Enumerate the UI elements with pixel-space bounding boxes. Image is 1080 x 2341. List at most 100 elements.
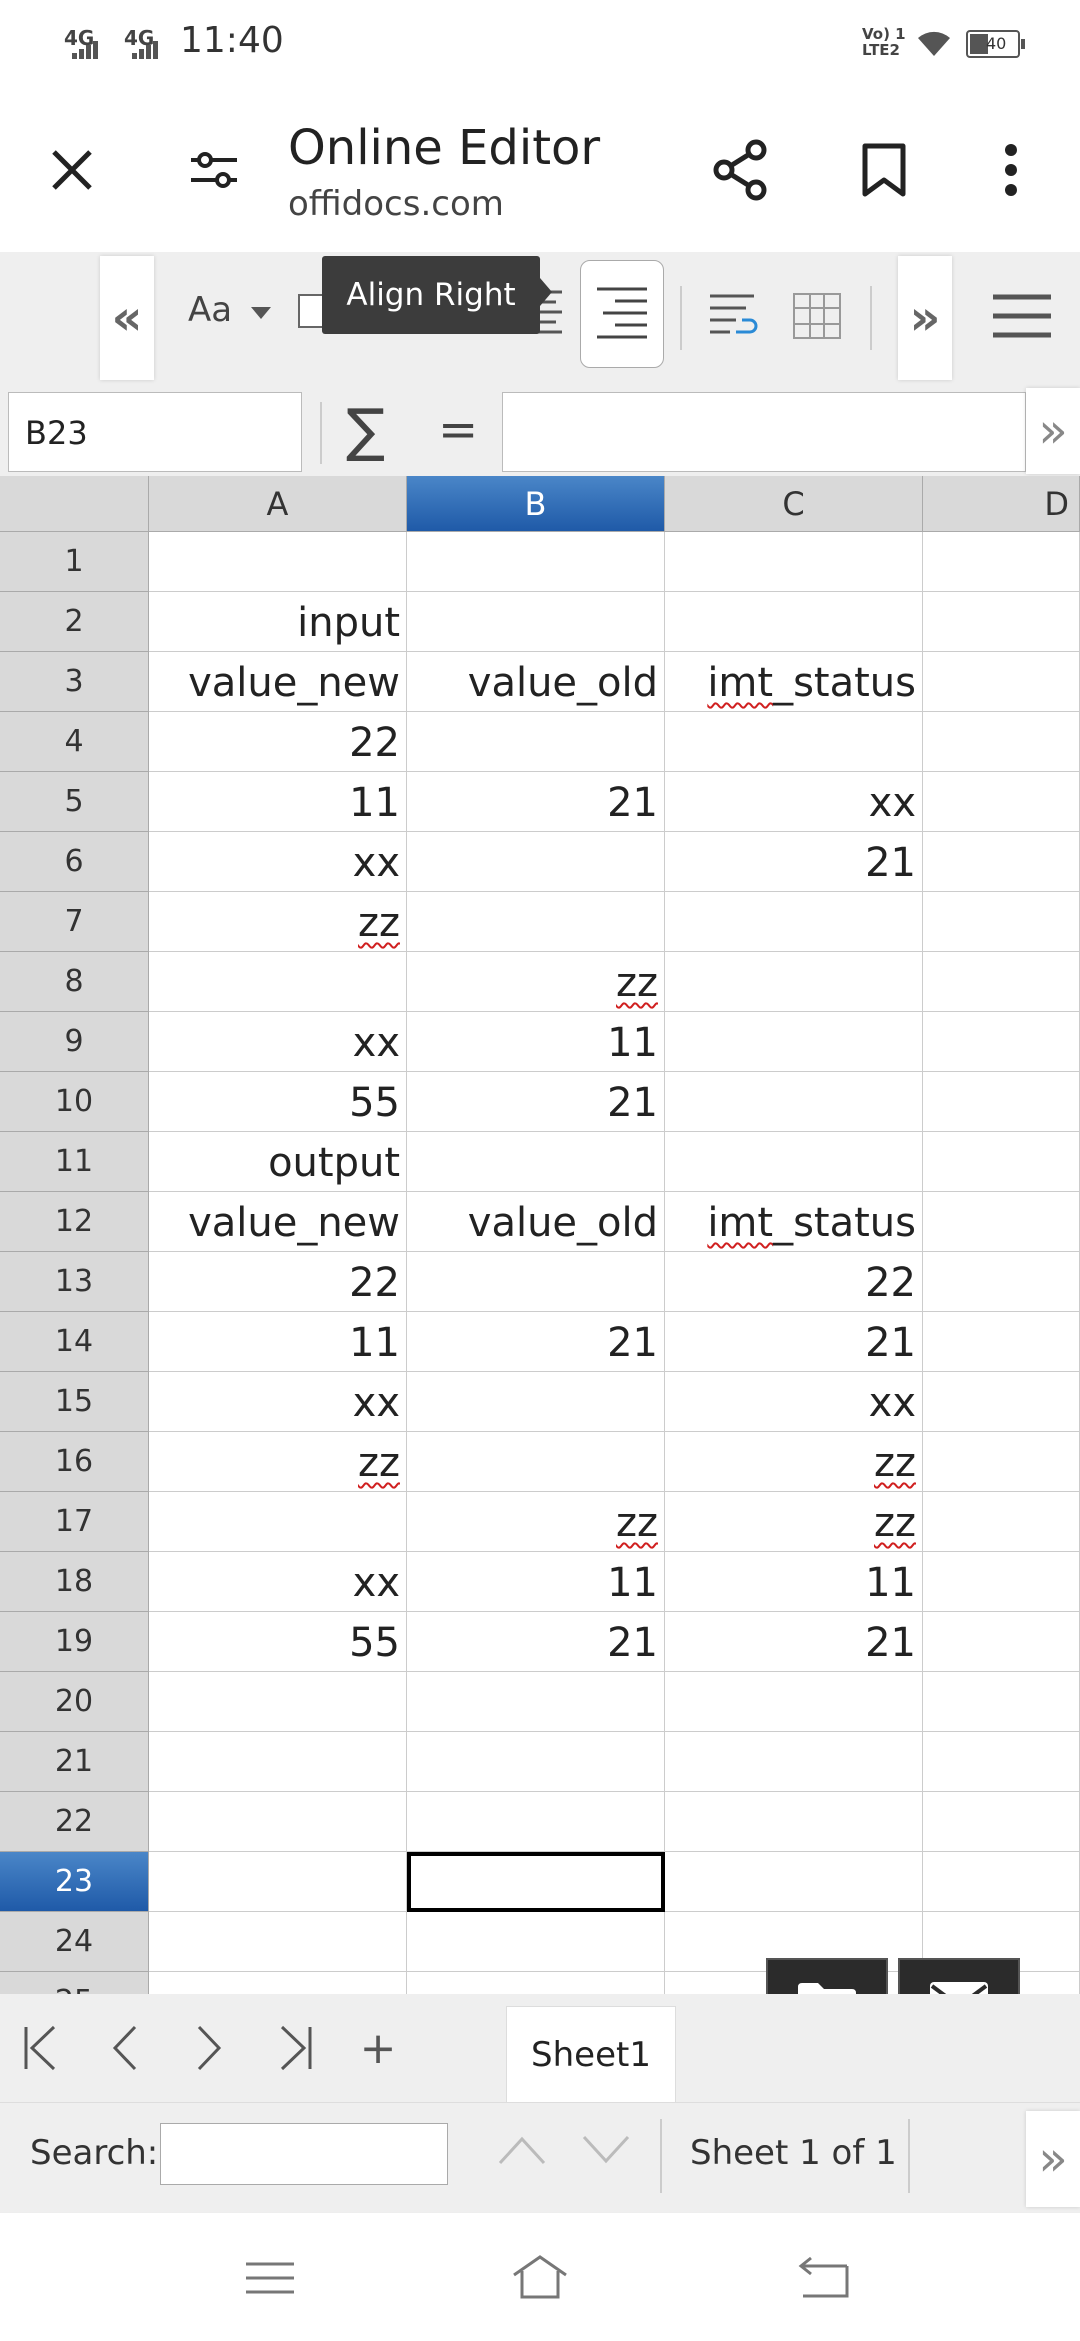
grid-cell-b[interactable] bbox=[407, 1732, 665, 1792]
grid-cell-a[interactable]: 55 bbox=[149, 1612, 407, 1672]
grid-cell-a[interactable]: input bbox=[149, 592, 407, 652]
grid-cell-b[interactable]: value_old bbox=[407, 652, 665, 712]
grid-cell-d[interactable] bbox=[923, 1372, 1080, 1432]
grid-cell-d[interactable] bbox=[923, 1672, 1080, 1732]
grid-cell-b[interactable]: 11 bbox=[407, 1552, 665, 1612]
grid-cell-a[interactable]: output bbox=[149, 1132, 407, 1192]
grid-cell-a[interactable]: xx bbox=[149, 832, 407, 892]
grid-cell-d[interactable] bbox=[923, 1252, 1080, 1312]
grid-cell-a[interactable]: value_new bbox=[149, 652, 407, 712]
align-right-button[interactable] bbox=[580, 260, 664, 368]
row-header[interactable]: 14 bbox=[0, 1312, 149, 1372]
grid-cell-a[interactable] bbox=[149, 1792, 407, 1852]
row-header[interactable]: 18 bbox=[0, 1552, 149, 1612]
column-header-c[interactable]: C bbox=[665, 476, 923, 532]
row-header[interactable]: 25 bbox=[0, 1972, 149, 1994]
grid-cell-b[interactable] bbox=[407, 1132, 665, 1192]
search-input[interactable] bbox=[160, 2123, 448, 2185]
column-header-b[interactable]: B bbox=[407, 476, 665, 532]
row-header[interactable]: 19 bbox=[0, 1612, 149, 1672]
grid-cell-b[interactable] bbox=[407, 1432, 665, 1492]
grid-cell-b[interactable] bbox=[407, 1972, 665, 1994]
row-header[interactable]: 12 bbox=[0, 1192, 149, 1252]
home-button[interactable] bbox=[500, 2241, 580, 2311]
select-all-corner[interactable] bbox=[0, 476, 149, 532]
grid-cell-b[interactable] bbox=[407, 712, 665, 772]
grid-cell-c[interactable] bbox=[665, 1132, 923, 1192]
bookmark-button[interactable] bbox=[846, 132, 922, 208]
grid-cell-c[interactable]: xx bbox=[665, 1372, 923, 1432]
grid-cell-d[interactable] bbox=[923, 1792, 1080, 1852]
grid-cell-a[interactable]: 55 bbox=[149, 1072, 407, 1132]
site-settings-button[interactable] bbox=[178, 134, 250, 206]
grid-cell-d[interactable] bbox=[923, 1492, 1080, 1552]
search-next-button[interactable] bbox=[580, 2133, 632, 2171]
grid-cell-c[interactable]: imt_status bbox=[665, 1192, 923, 1252]
column-header-a[interactable]: A bbox=[149, 476, 407, 532]
grid-cell-a[interactable] bbox=[149, 1852, 407, 1912]
grid-cell-a[interactable] bbox=[149, 1912, 407, 1972]
back-button[interactable] bbox=[784, 2243, 864, 2313]
grid-cell-c[interactable]: 21 bbox=[665, 1612, 923, 1672]
grid-cell-a[interactable]: xx bbox=[149, 1552, 407, 1612]
grid-cell-b[interactable]: value_old bbox=[407, 1192, 665, 1252]
grid-cell-a[interactable]: 22 bbox=[149, 712, 407, 772]
grid-cell-c[interactable] bbox=[665, 712, 923, 772]
grid-cell-a[interactable] bbox=[149, 1732, 407, 1792]
row-header[interactable]: 3 bbox=[0, 652, 149, 712]
grid-cell-d[interactable] bbox=[923, 1312, 1080, 1372]
grid-cell-c[interactable] bbox=[665, 532, 923, 592]
toolbar-scroll-right-button[interactable]: » bbox=[898, 256, 952, 380]
row-header[interactable]: 13 bbox=[0, 1252, 149, 1312]
row-header[interactable]: 23 bbox=[0, 1852, 149, 1912]
grid-cell-b[interactable] bbox=[407, 1912, 665, 1972]
menu-button[interactable] bbox=[984, 278, 1060, 354]
toolbar-scroll-left-button[interactable]: « bbox=[100, 256, 154, 380]
column-header-d[interactable]: D bbox=[923, 476, 1080, 532]
row-header[interactable]: 2 bbox=[0, 592, 149, 652]
grid-cell-a[interactable] bbox=[149, 1492, 407, 1552]
grid-cell-c[interactable] bbox=[665, 1732, 923, 1792]
row-header[interactable]: 16 bbox=[0, 1432, 149, 1492]
grid-cell-d[interactable] bbox=[923, 712, 1080, 772]
grid-cell-b[interactable]: 21 bbox=[407, 1072, 665, 1132]
grid-cell-a[interactable] bbox=[149, 1672, 407, 1732]
grid-cell-d[interactable] bbox=[923, 1732, 1080, 1792]
formula-input[interactable] bbox=[502, 392, 1026, 472]
last-sheet-button[interactable] bbox=[266, 2018, 326, 2078]
grid-cell-c[interactable]: xx bbox=[665, 772, 923, 832]
grid-cell-a[interactable]: value_new bbox=[149, 1192, 407, 1252]
more-options-button[interactable] bbox=[978, 132, 1044, 208]
grid-cell-d[interactable] bbox=[923, 1432, 1080, 1492]
grid-cell-c[interactable] bbox=[665, 952, 923, 1012]
wrap-text-icon[interactable] bbox=[706, 288, 760, 344]
grid-cell-c[interactable]: 11 bbox=[665, 1552, 923, 1612]
row-header[interactable]: 24 bbox=[0, 1912, 149, 1972]
grid-cell-c[interactable] bbox=[665, 1792, 923, 1852]
grid-cell-d[interactable] bbox=[923, 1192, 1080, 1252]
grid-cell-d[interactable] bbox=[923, 592, 1080, 652]
grid-cell-b[interactable]: zz bbox=[407, 952, 665, 1012]
function-button[interactable]: = bbox=[438, 398, 478, 462]
grid-cell-d[interactable] bbox=[923, 532, 1080, 592]
row-header[interactable]: 7 bbox=[0, 892, 149, 952]
grid-cell-d[interactable] bbox=[923, 892, 1080, 952]
grid-cell-b[interactable]: 11 bbox=[407, 1012, 665, 1072]
row-header[interactable]: 5 bbox=[0, 772, 149, 832]
grid-cell-d[interactable] bbox=[923, 772, 1080, 832]
grid-cell-c[interactable] bbox=[665, 892, 923, 952]
grid-cell-c[interactable] bbox=[665, 1672, 923, 1732]
next-sheet-button[interactable] bbox=[178, 2018, 238, 2078]
row-header[interactable]: 1 bbox=[0, 532, 149, 592]
spreadsheet-grid[interactable]: A B C D 1 2 input 3 value_new value_old imt_st… bbox=[0, 476, 1080, 1994]
merge-cells-icon[interactable] bbox=[790, 288, 844, 344]
grid-cell-d[interactable] bbox=[923, 832, 1080, 892]
grid-cell-d[interactable] bbox=[923, 952, 1080, 1012]
grid-cell-c[interactable]: 22 bbox=[665, 1252, 923, 1312]
row-header[interactable]: 6 bbox=[0, 832, 149, 892]
sheet-tab-sheet1[interactable]: Sheet1 bbox=[506, 2006, 676, 2103]
row-header[interactable]: 9 bbox=[0, 1012, 149, 1072]
grid-cell-a[interactable]: xx bbox=[149, 1372, 407, 1432]
grid-cell-b[interactable] bbox=[407, 532, 665, 592]
row-header[interactable]: 17 bbox=[0, 1492, 149, 1552]
